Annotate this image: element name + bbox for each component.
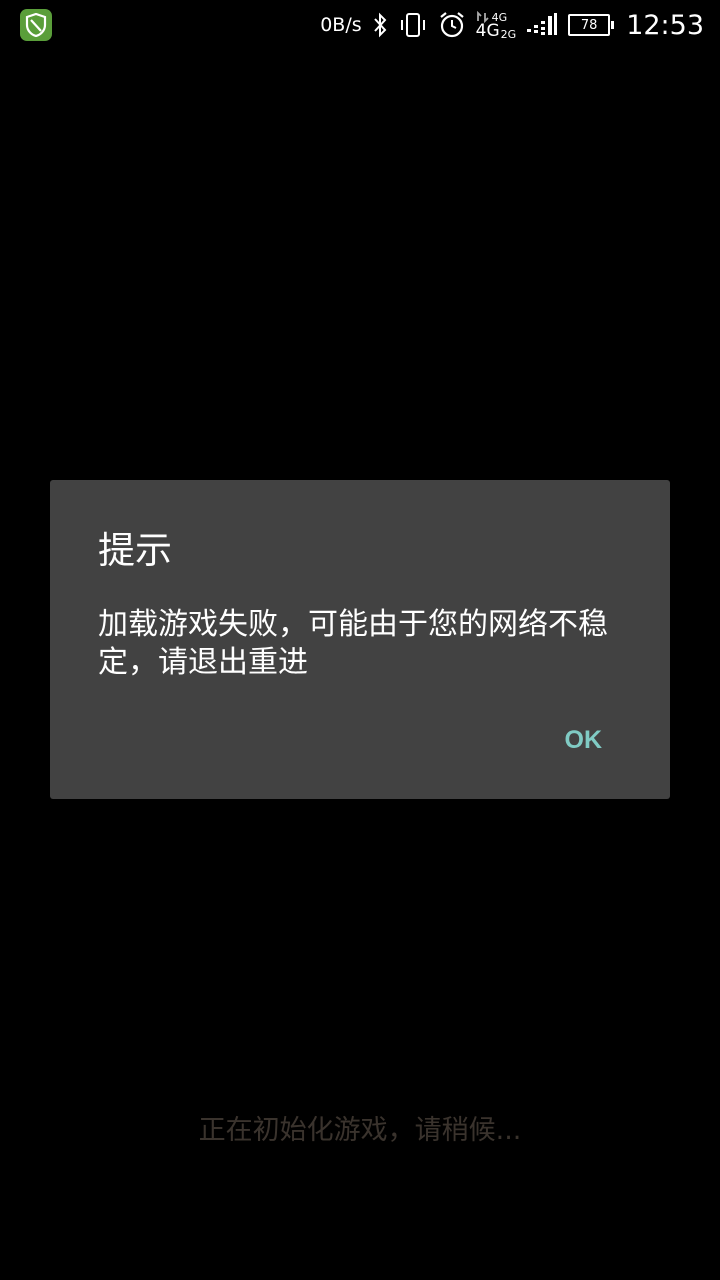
bluetooth-icon [372, 12, 388, 38]
status-icons: 0B/s 4G 4G 2G 78 12:53 [320, 0, 704, 50]
dialog-title: 提示 [98, 529, 172, 572]
status-bar: 0B/s 4G 4G 2G 78 12:53 [0, 0, 720, 50]
network-speed: 0B/s [320, 14, 362, 36]
vibrate-icon [398, 12, 428, 38]
signal-strength-icon [526, 12, 558, 38]
screen: 0B/s 4G 4G 2G 78 12:53 提示 加载游戏失败，可能由于您的网… [0, 0, 720, 1280]
alarm-icon [438, 11, 466, 39]
battery-icon: 78 [568, 14, 615, 36]
alert-dialog: 提示 加载游戏失败，可能由于您的网络不稳定，请退出重进 OK [50, 480, 670, 799]
dialog-message: 加载游戏失败，可能由于您的网络不稳定，请退出重进 [98, 607, 608, 680]
network-type-indicator: 4G 4G 2G [475, 10, 517, 41]
signal-type-main: 4G [475, 20, 500, 41]
loading-status-text: 正在初始化游戏，请稍候... [198, 1115, 522, 1146]
security-shield-icon [20, 9, 52, 41]
clock: 12:53 [626, 9, 704, 41]
battery-level: 78 [580, 17, 598, 33]
ok-button[interactable]: OK [565, 726, 603, 755]
signal-type-secondary: 2G [500, 27, 517, 41]
